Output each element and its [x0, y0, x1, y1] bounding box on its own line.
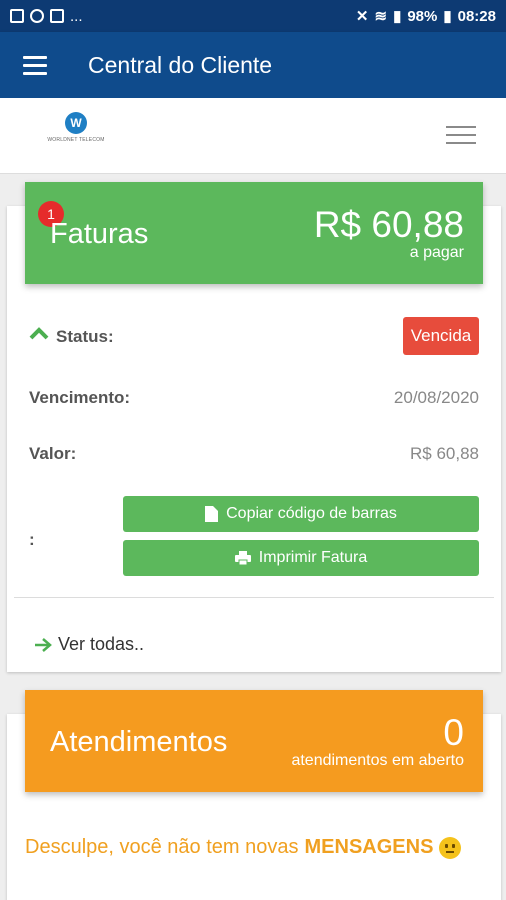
confused-face-icon: [439, 836, 462, 859]
faturas-amount-sub: a pagar: [409, 244, 464, 261]
atendimentos-count: 0: [443, 712, 464, 753]
logo-text: WORLDNET TELECOM: [47, 137, 105, 143]
status-badge: Vencida: [403, 317, 479, 355]
valor-value: R$ 60,88: [410, 444, 479, 463]
printer-icon: [234, 551, 251, 565]
valor-label: Valor:: [29, 444, 77, 463]
faturas-title: Faturas: [50, 218, 149, 250]
menu-icon[interactable]: [0, 32, 70, 98]
status-bar-notifications: ...: [10, 8, 83, 25]
logo-header: W WORLDNET TELECOM: [0, 98, 506, 174]
battery-icon: ▮: [443, 8, 452, 25]
no-messages-text: Desculpe, você não tem novas MENSAGENS: [25, 836, 462, 859]
arrow-right-icon: [35, 637, 52, 652]
faturas-amount: R$ 60,88: [313, 204, 464, 245]
no-messages-bold: MENSAGENS: [304, 836, 434, 858]
print-invoice-label: Imprimir Fatura: [258, 549, 368, 566]
vencimento-value: 20/08/2020: [393, 388, 479, 407]
atendimentos-title: Atendimentos: [50, 726, 228, 758]
gallery-icon: [10, 9, 24, 23]
wifi-icon: ≋: [374, 8, 388, 25]
divider: [14, 597, 494, 598]
no-messages-prefix: Desculpe, você não tem novas: [25, 836, 299, 858]
see-all-label: Ver todas..: [58, 634, 145, 654]
chevron-up-icon[interactable]: [29, 326, 49, 340]
atendimentos-count-sub: atendimentos em aberto: [291, 752, 464, 769]
mute-icon: ✕: [355, 8, 369, 25]
page-title: Central do Cliente: [88, 51, 273, 78]
message-icon: [50, 9, 64, 23]
signal-icon: ▮: [393, 8, 402, 25]
status-label: Status:: [56, 327, 114, 346]
app-bar: Central do Cliente: [0, 32, 506, 98]
status-bar-system: ✕ ≋ ▮ 98% ▮ 08:28: [355, 7, 496, 26]
company-logo[interactable]: W WORLDNET TELECOM: [44, 112, 108, 148]
vencimento-label: Vencimento:: [29, 388, 131, 407]
document-icon: [205, 506, 219, 522]
clock: 08:28: [457, 7, 496, 25]
logo-mark: W: [65, 112, 87, 134]
secondary-menu-icon[interactable]: [446, 126, 476, 144]
copy-barcode-button[interactable]: Copiar código de barras: [123, 496, 479, 532]
battery-level: 98%: [407, 7, 438, 25]
copy-barcode-label: Copiar código de barras: [226, 505, 397, 522]
faturas-banner[interactable]: 1 Faturas R$ 60,88 a pagar: [25, 182, 483, 284]
download-icon: [30, 9, 44, 23]
see-all-link[interactable]: Ver todas..: [34, 634, 144, 655]
status-bar: ... ✕ ≋ ▮ 98% ▮ 08:28: [0, 0, 506, 32]
atendimentos-banner[interactable]: Atendimentos 0 atendimentos em aberto: [25, 690, 483, 792]
print-invoice-button[interactable]: Imprimir Fatura: [123, 540, 479, 576]
barcode-label: :: [29, 530, 35, 549]
more-notifications: ...: [70, 7, 83, 25]
